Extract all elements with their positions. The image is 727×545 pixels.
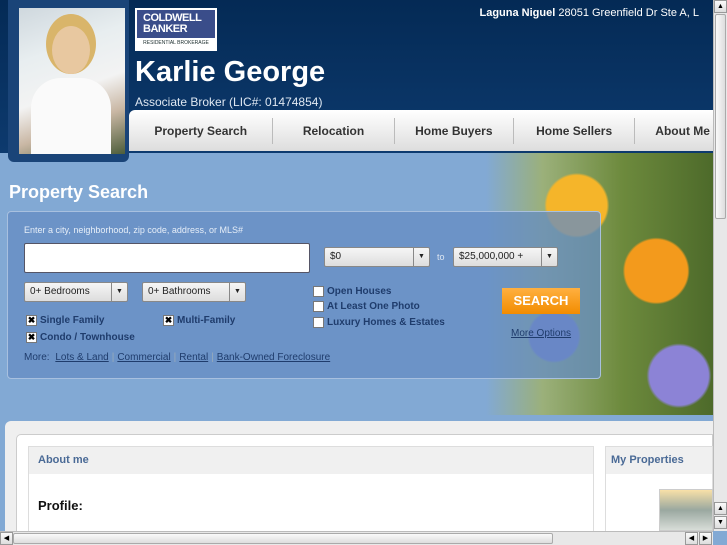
check-icon: ✖ <box>26 332 37 343</box>
office-address: Laguna Niguel 28051 Greenfield Dr Ste A,… <box>479 7 700 19</box>
nav-relocation[interactable]: Relocation <box>273 117 395 144</box>
check-icon: ✖ <box>26 315 37 326</box>
rental-link[interactable]: Rental <box>179 352 208 363</box>
location-search-input[interactable] <box>24 243 310 273</box>
horizontal-scroll-thumb[interactable] <box>13 533 553 544</box>
agent-photo-frame <box>8 0 129 162</box>
open-houses-checkbox[interactable]: Open Houses <box>313 286 391 297</box>
chevron-down-icon: ▼ <box>541 248 557 266</box>
chevron-down-icon: ▼ <box>111 283 127 301</box>
profile-heading: Profile: <box>38 498 83 513</box>
scroll-up-icon[interactable]: ▲ <box>714 0 727 13</box>
bathrooms-select[interactable]: 0+ Bathrooms ▼ <box>142 282 246 302</box>
agent-title: Associate Broker (LIC#: 01474854) <box>135 95 323 109</box>
lots-land-link[interactable]: Lots & Land <box>55 352 108 363</box>
vertical-scroll-thumb[interactable] <box>715 14 726 219</box>
coldwell-banker-logo[interactable]: COLDWELL BANKER RESIDENTIAL BROKERAGE <box>135 8 217 51</box>
commercial-link[interactable]: Commercial <box>117 352 170 363</box>
foreclosure-link[interactable]: Bank-Owned Foreclosure <box>217 352 330 363</box>
scroll-right-icon[interactable]: ▶ <box>699 532 712 545</box>
nav-about-me[interactable]: About Me <box>635 118 713 144</box>
max-price-select[interactable]: $25,000,000 + ▼ <box>453 247 558 267</box>
scroll-left-icon[interactable]: ◀ <box>685 532 698 545</box>
at-least-one-photo-checkbox[interactable]: At Least One Photo <box>313 301 420 312</box>
scroll-left-icon[interactable]: ◀ <box>0 532 13 545</box>
min-price-select[interactable]: $0 ▼ <box>324 247 430 267</box>
multi-family-checkbox[interactable]: ✖ Multi-Family <box>163 315 235 326</box>
more-links: More: Lots & Land | Commercial | Rental | Bank… <box>24 352 331 363</box>
about-me-header: About me <box>29 447 593 474</box>
search-button[interactable]: SEARCH <box>502 288 580 314</box>
agent-name: Karlie George <box>135 56 326 88</box>
price-to-label: to <box>437 252 445 262</box>
scroll-up-icon[interactable]: ▲ <box>714 502 727 515</box>
my-properties-header: My Properties <box>606 447 712 474</box>
main-nav: Property Search Relocation Home Buyers H… <box>129 110 713 151</box>
check-icon: ✖ <box>163 315 174 326</box>
nav-home-sellers[interactable]: Home Sellers <box>514 117 636 144</box>
horizontal-scrollbar[interactable]: ◀ ◀ ▶ <box>0 531 713 545</box>
nav-home-buyers[interactable]: Home Buyers <box>395 117 514 144</box>
search-hint: Enter a city, neighborhood, zip code, ad… <box>24 225 243 235</box>
bedrooms-select[interactable]: 0+ Bedrooms ▼ <box>24 282 128 302</box>
more-options-link[interactable]: More Options <box>511 328 571 339</box>
agent-photo <box>19 8 125 154</box>
single-family-checkbox[interactable]: ✖ Single Family <box>26 315 104 326</box>
vertical-scrollbar[interactable]: ▲ ▲ ▼ <box>713 0 727 531</box>
condo-townhouse-checkbox[interactable]: ✖ Condo / Townhouse <box>26 332 135 343</box>
chevron-down-icon: ▼ <box>229 283 245 301</box>
scroll-down-icon[interactable]: ▼ <box>714 516 727 529</box>
luxury-homes-checkbox[interactable]: Luxury Homes & Estates <box>313 317 445 328</box>
chevron-down-icon: ▼ <box>413 248 429 266</box>
property-thumbnail[interactable] <box>659 489 713 531</box>
nav-property-search[interactable]: Property Search <box>129 117 274 144</box>
property-search-title: Property Search <box>9 182 149 202</box>
